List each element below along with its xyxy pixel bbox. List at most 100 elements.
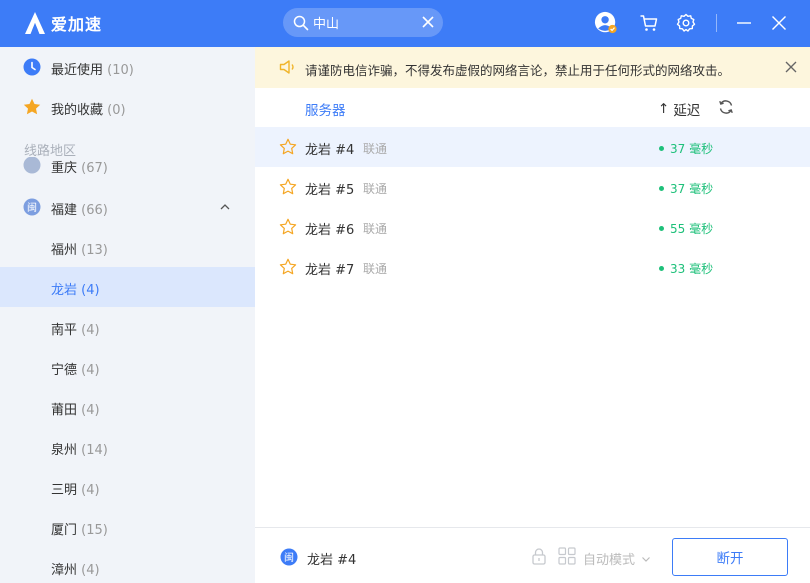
chevron-up-icon[interactable]	[219, 201, 231, 213]
server-isp: 联通	[363, 262, 388, 276]
province-badge-char: 闽	[27, 201, 37, 214]
clock-icon	[23, 58, 41, 76]
server-isp: 联通	[363, 142, 388, 156]
sidebar-item-city[interactable]: 泉州 (14)	[0, 427, 255, 467]
sidebar-item-count: (4)	[81, 323, 100, 338]
current-region-icon: 闽	[280, 548, 298, 566]
close-notice-icon[interactable]	[785, 61, 797, 73]
sidebar-item-label: 我的收藏	[51, 103, 104, 118]
mode-grid-icon	[558, 547, 576, 565]
server-name: 龙岩 #5	[305, 183, 355, 198]
server-row[interactable]: 龙岩 #7 联通 33 毫秒	[255, 247, 810, 287]
sort-arrow-icon: ↑	[658, 101, 670, 117]
server-latency: 37 毫秒	[659, 140, 713, 157]
sidebar-item-label: 泉州	[51, 443, 78, 458]
star-filled-icon	[23, 98, 41, 115]
sidebar-item-label: 漳州	[51, 563, 78, 578]
sidebar-item-province[interactable]: 闽 福建 (66)	[0, 187, 255, 227]
server-name: 龙岩 #7	[305, 263, 355, 278]
server-latency: 55 毫秒	[659, 220, 713, 237]
close-window-button[interactable]	[767, 11, 791, 35]
server-row[interactable]: 龙岩 #4 联通 37 毫秒	[255, 127, 810, 167]
sidebar-item-label: 南平	[51, 323, 78, 338]
sidebar-item-count: (4)	[81, 283, 100, 298]
sidebar-item-city[interactable]: 宁德 (4)	[0, 347, 255, 387]
sidebar-item-city[interactable]: 漳州 (4)	[0, 547, 255, 583]
settings-button[interactable]	[674, 11, 698, 35]
sidebar-item-count: (4)	[81, 563, 100, 578]
favorite-star-icon[interactable]	[279, 178, 297, 196]
cart-button[interactable]	[637, 11, 661, 35]
chevron-down-icon	[642, 556, 650, 562]
column-server: 服务器	[305, 103, 346, 119]
title-separator	[716, 14, 717, 32]
latency-value: 37 毫秒	[670, 142, 714, 156]
latency-dot-icon	[659, 266, 664, 271]
mode-select[interactable]: 自动模式	[583, 549, 651, 568]
server-latency: 33 毫秒	[659, 260, 713, 277]
connection-footer: 闽 龙岩 #4 自动模式 断开	[255, 527, 810, 583]
sidebar-item-count: (10)	[107, 63, 134, 78]
sidebar-item-label: 龙岩	[51, 283, 78, 298]
search-input[interactable]	[313, 15, 413, 30]
server-latency: 37 毫秒	[659, 180, 713, 197]
avatar-icon	[594, 11, 617, 34]
server-name: 龙岩 #4	[305, 143, 355, 158]
sidebar-item-recent[interactable]: 最近使用 (10)	[0, 47, 255, 87]
title-bar: 爱加速	[0, 0, 810, 47]
sidebar-item-city[interactable]: 福州 (13)	[0, 227, 255, 267]
sidebar-item-label: 福建	[51, 203, 78, 218]
app-window: 爱加速 中山 最近使用 (10) 我的收藏 (0) 线路地区 重庆 (67) 闽…	[0, 0, 810, 583]
server-name: 龙岩 #6	[305, 223, 355, 238]
mode-label: 自动模式	[583, 553, 636, 568]
server-row[interactable]: 龙岩 #6 联通 55 毫秒	[255, 207, 810, 247]
sidebar-item-count: (4)	[81, 363, 100, 378]
sidebar-item-favorites[interactable]: 我的收藏 (0)	[0, 87, 255, 127]
sidebar-item-label: 最近使用	[51, 63, 104, 78]
sidebar-item-count: (4)	[81, 403, 100, 418]
speaker-icon	[279, 60, 294, 74]
server-row[interactable]: 龙岩 #5 联通 37 毫秒	[255, 167, 810, 207]
sidebar-item-clipped[interactable]: 重庆 (67)	[0, 157, 255, 175]
sidebar-item-count: (15)	[81, 523, 108, 538]
refresh-icon[interactable]	[718, 99, 734, 115]
minimize-button[interactable]	[732, 11, 756, 35]
latency-dot-icon	[659, 186, 664, 191]
province-badge-icon: 闽	[23, 198, 41, 216]
sidebar-item-count: (4)	[81, 483, 100, 498]
clear-search-icon[interactable]	[421, 15, 435, 29]
server-isp: 联通	[363, 182, 388, 196]
notice-bar: 请谨防电信诈骗，不得发布虚假的网络言论，禁止用于任何形式的网络攻击。	[255, 47, 810, 88]
logo-icon	[25, 12, 45, 34]
server-isp: 联通	[363, 222, 388, 236]
search-icon	[293, 15, 309, 30]
current-server-name: 龙岩 #4	[307, 553, 357, 568]
favorite-star-icon[interactable]	[279, 258, 297, 276]
latency-dot-icon	[659, 146, 664, 151]
app-name: 爱加速	[51, 15, 103, 34]
disconnect-button[interactable]: 断开	[672, 538, 788, 576]
sidebar-item-label: 厦门	[51, 523, 78, 538]
sort-by-latency[interactable]: ↑ 延迟	[658, 99, 700, 119]
cart-icon	[640, 15, 658, 31]
sidebar-item-city[interactable]: 龙岩 (4)	[0, 267, 255, 307]
sidebar-item-label: 宁德	[51, 363, 78, 378]
sidebar-item-city[interactable]: 厦门 (15)	[0, 507, 255, 547]
favorite-star-icon[interactable]	[279, 138, 297, 156]
latency-value: 55 毫秒	[670, 222, 714, 236]
gear-icon	[676, 13, 696, 32]
sidebar-item-city[interactable]: 南平 (4)	[0, 307, 255, 347]
latency-value: 37 毫秒	[670, 182, 714, 196]
app-logo: 爱加速	[24, 11, 102, 35]
sidebar-item-city[interactable]: 莆田 (4)	[0, 387, 255, 427]
sidebar-item-city[interactable]: 三明 (4)	[0, 467, 255, 507]
server-list-header: 服务器 ↑ 延迟	[255, 88, 810, 127]
region-sidebar: 最近使用 (10) 我的收藏 (0) 线路地区 重庆 (67) 闽 福建 (66…	[0, 47, 255, 583]
favorite-star-icon[interactable]	[279, 218, 297, 236]
search-box[interactable]	[283, 8, 443, 37]
latency-value: 33 毫秒	[670, 262, 714, 276]
sidebar-item-label: 莆田	[51, 403, 78, 418]
avatar-button[interactable]	[594, 11, 618, 35]
sidebar-item-label: 福州	[51, 243, 78, 258]
sidebar-item-label: 重庆	[51, 161, 78, 175]
